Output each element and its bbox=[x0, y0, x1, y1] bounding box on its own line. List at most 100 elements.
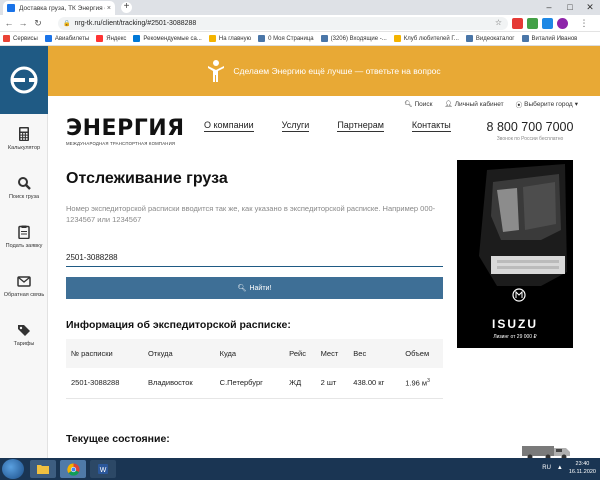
bookmark-label: Яндекс bbox=[106, 35, 127, 42]
bookmark-item[interactable]: Виталий Иванов bbox=[521, 35, 578, 42]
survey-banner[interactable]: Сделаем Энергию ещё лучше — ответьте на … bbox=[48, 46, 600, 96]
close-window-button[interactable]: ✕ bbox=[581, 0, 599, 15]
sidebar-item-label: Поиск груза bbox=[8, 193, 40, 200]
nav-partners[interactable]: Партнерам bbox=[337, 120, 384, 132]
tracking-number-input[interactable] bbox=[66, 249, 443, 267]
bookmark-label: Авиабилеты bbox=[54, 35, 90, 42]
find-button[interactable]: 🔍︎ Найти! bbox=[66, 277, 443, 299]
bookmark-item[interactable]: (3206) Входящие -... bbox=[320, 35, 387, 42]
new-tab-button[interactable]: + bbox=[121, 2, 132, 13]
volume-unit-sup: 3 bbox=[427, 378, 430, 384]
favicon-icon bbox=[7, 4, 15, 12]
current-status-title: Текущее состояние: bbox=[66, 433, 170, 445]
start-button[interactable] bbox=[2, 459, 24, 479]
table-cell: 438.00 кг bbox=[348, 368, 401, 399]
energia-logo-icon[interactable] bbox=[0, 46, 48, 114]
table-cell: С.Петербург bbox=[214, 368, 285, 399]
bookmark-item[interactable]: Клуб любителей Г... bbox=[393, 35, 459, 42]
sidebar-item-calculator[interactable]: Калькулятор bbox=[0, 114, 48, 163]
tags-icon bbox=[18, 324, 30, 336]
network-icon[interactable]: ▲ bbox=[557, 465, 563, 471]
bookmark-label: Виталий Иванов bbox=[531, 35, 578, 42]
bookmark-item[interactable]: Рекомендуемые са... bbox=[133, 35, 202, 42]
bookmark-item[interactable]: 0 Моя Страница bbox=[258, 35, 314, 42]
taskbar-explorer-button[interactable] bbox=[30, 460, 56, 478]
bookmark-favicon-icon bbox=[44, 35, 52, 42]
page: Калькулятор Поиск груза Подать заявку Об… bbox=[0, 46, 600, 458]
profile-avatar-icon[interactable] bbox=[557, 18, 568, 29]
receipt-info-table: № расписки Откуда Куда Рейс Мест Вес Объ… bbox=[66, 339, 443, 399]
column-header: Вес bbox=[348, 339, 401, 368]
bookmark-item[interactable]: Видеокаталог bbox=[465, 35, 515, 42]
omnibox[interactable]: 🔒 nrg-tk.ru/client/tracking/#2501-308828… bbox=[58, 17, 508, 30]
phone-block: 8 800 700 7000 Звонок по России бесплатн… bbox=[480, 120, 580, 142]
nav-services[interactable]: Услуги bbox=[281, 120, 310, 132]
search-icon: 🔍︎ bbox=[404, 101, 413, 108]
bookmark-item[interactable]: Сервисы bbox=[3, 35, 38, 42]
city-select-link[interactable]: ⦿ Выберите город ▾ bbox=[516, 98, 578, 110]
back-icon[interactable]: ← bbox=[3, 17, 15, 30]
bookmark-item[interactable]: Яндекс bbox=[96, 35, 126, 42]
phone-number[interactable]: 8 800 700 7000 bbox=[480, 120, 580, 134]
taskbar-word-button[interactable]: W bbox=[90, 460, 116, 478]
user-icon: 👤︎ bbox=[444, 101, 453, 108]
taskbar-chrome-button[interactable] bbox=[60, 460, 86, 478]
bookmark-favicon-icon bbox=[393, 35, 401, 42]
nav-contacts[interactable]: Контакты bbox=[411, 120, 451, 132]
envelope-icon bbox=[17, 275, 31, 287]
table-cell-volume: 1.96 м3 bbox=[400, 368, 443, 399]
maximize-button[interactable]: □ bbox=[561, 0, 579, 15]
tab-close-icon[interactable]: × bbox=[107, 5, 111, 12]
minimize-button[interactable]: – bbox=[540, 0, 558, 15]
column-header: Откуда bbox=[142, 339, 215, 368]
top-search-label: Поиск bbox=[414, 100, 433, 108]
extension-icon[interactable] bbox=[512, 18, 523, 29]
clock[interactable]: 23:40 16.11.2020 bbox=[569, 460, 596, 476]
brand-logo[interactable]: ЭНЕРГИЯ МЕЖДУНАРОДНАЯ ТРАНСПОРТНАЯ КОМПА… bbox=[66, 118, 185, 147]
sidebar-item-search[interactable]: Поиск груза bbox=[0, 163, 48, 212]
system-tray: RU ▲ 23:40 16.11.2020 bbox=[542, 460, 596, 476]
browser-tab[interactable]: Доставка груза, ТК Энергия отс × bbox=[3, 1, 115, 15]
extension-icon[interactable] bbox=[527, 18, 538, 29]
word-icon: W bbox=[98, 464, 108, 474]
chevron-down-icon: ▾ bbox=[574, 101, 578, 108]
advertisement-banner[interactable]: ISUZU Лизинг от 29 000 ₽ bbox=[457, 160, 573, 348]
column-header: Рейс bbox=[284, 339, 316, 368]
banner-text: Сделаем Энергию ещё лучше — ответьте на … bbox=[233, 66, 441, 76]
top-search-link[interactable]: 🔍︎ Поиск bbox=[404, 98, 432, 110]
truck-icon bbox=[522, 446, 570, 458]
search-icon bbox=[18, 176, 31, 190]
sidebar-item-feedback[interactable]: Обратная связь bbox=[0, 261, 48, 310]
bookmark-label: На главную bbox=[218, 35, 252, 42]
sidebar-item-label: Калькулятор bbox=[7, 144, 41, 151]
location-pin-icon: ⦿ bbox=[515, 102, 523, 109]
bookmark-item[interactable]: На главную bbox=[208, 35, 252, 42]
reload-icon[interactable]: ↻ bbox=[32, 17, 44, 30]
svg-text:W: W bbox=[100, 467, 107, 474]
top-links: 🔍︎ Поиск 👤︎ Личный кабинет ⦿ Выберите город… bbox=[48, 98, 578, 110]
forward-icon[interactable]: → bbox=[17, 17, 29, 30]
clock-date: 16.11.2020 bbox=[568, 469, 596, 475]
extension-icon[interactable] bbox=[542, 18, 553, 29]
table-cell: ЖД bbox=[284, 368, 316, 399]
bookmark-item[interactable]: Авиабилеты bbox=[44, 35, 90, 42]
personal-account-link[interactable]: 👤︎ Личный кабинет bbox=[444, 98, 503, 110]
bookmark-favicon-icon bbox=[465, 35, 473, 42]
table-header-row: № расписки Откуда Куда Рейс Мест Вес Объ… bbox=[66, 339, 443, 368]
table-cell: 2 шт bbox=[315, 368, 349, 399]
personal-account-label: Личный кабинет bbox=[454, 100, 504, 108]
lock-icon: 🔒 bbox=[63, 21, 71, 27]
sidebar-item-label: Обратная связь bbox=[3, 291, 45, 298]
language-indicator[interactable]: RU bbox=[542, 465, 551, 471]
sidebar-item-request[interactable]: Подать заявку bbox=[0, 212, 48, 261]
menu-dots-icon[interactable]: ⋮ bbox=[578, 17, 590, 30]
clipboard-icon bbox=[18, 225, 30, 239]
bookmark-favicon-icon bbox=[96, 35, 104, 42]
calculator-icon bbox=[19, 126, 29, 141]
bookmark-star-icon[interactable]: ☆ bbox=[495, 18, 502, 27]
bookmark-label: Сервисы bbox=[13, 35, 38, 42]
bookmark-label: (3206) Входящие -... bbox=[330, 35, 387, 42]
sidebar: Калькулятор Поиск груза Подать заявку Об… bbox=[0, 46, 48, 458]
sidebar-item-tariffs[interactable]: Тарифы bbox=[0, 310, 48, 359]
nav-about[interactable]: О компании bbox=[204, 120, 254, 132]
